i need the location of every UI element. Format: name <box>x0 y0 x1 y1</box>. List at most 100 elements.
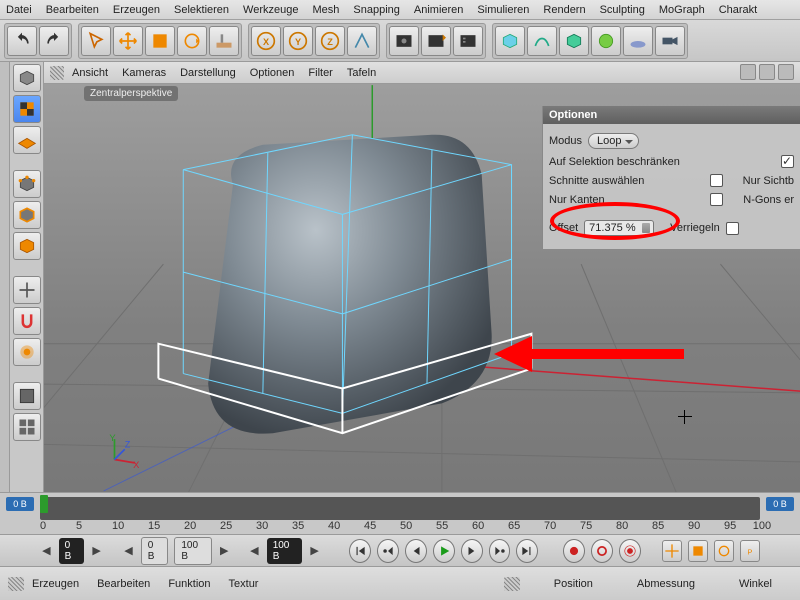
undo-button[interactable] <box>7 26 37 56</box>
coord-grip-icon[interactable] <box>504 577 520 591</box>
menu-erzeugen[interactable]: Erzeugen <box>113 4 160 16</box>
y-axis-button[interactable]: Y <box>283 26 313 56</box>
range-next-icon[interactable]: ▶ <box>90 542 103 560</box>
next-key-button[interactable] <box>489 539 511 563</box>
range2-prev-icon[interactable]: ◀ <box>248 542 261 560</box>
menu-selektieren[interactable]: Selektieren <box>174 4 229 16</box>
menu-charakter[interactable]: Charakt <box>719 4 758 16</box>
spline-button[interactable] <box>527 26 557 56</box>
viewport-solo-button[interactable] <box>13 382 41 410</box>
generator-button[interactable] <box>559 26 589 56</box>
prev-frame-button[interactable] <box>405 539 427 563</box>
tool-options-panel: Optionen Modus Loop Auf Selektion beschr… <box>542 106 800 249</box>
range-start-prev-icon[interactable]: ◀ <box>122 542 135 560</box>
only-edges-checkbox[interactable] <box>710 193 723 206</box>
modus-dropdown[interactable]: Loop <box>588 133 638 149</box>
menu-mograph[interactable]: MoGraph <box>659 4 705 16</box>
timeline[interactable]: 0 B 0 B 0 5 10 15 20 25 30 35 40 45 50 5… <box>0 492 800 534</box>
restrict-checkbox[interactable] <box>781 155 794 168</box>
range-end-next-icon[interactable]: ▶ <box>218 542 231 560</box>
menu-mesh[interactable]: Mesh <box>312 4 339 16</box>
range2-next-icon[interactable]: ▶ <box>308 542 321 560</box>
view-menu-ansicht[interactable]: Ansicht <box>72 67 108 79</box>
move-tool[interactable] <box>113 26 143 56</box>
key-scale-button[interactable] <box>688 540 708 562</box>
cube-primitive-button[interactable] <box>495 26 525 56</box>
select-cuts-checkbox[interactable] <box>710 174 723 187</box>
render-view-button[interactable] <box>389 26 419 56</box>
view-move-icon[interactable] <box>759 64 775 80</box>
play-button[interactable] <box>433 539 455 563</box>
coord-system-button[interactable] <box>347 26 377 56</box>
timeline-ruler[interactable] <box>40 497 760 520</box>
timeline-playhead[interactable] <box>40 495 48 513</box>
enable-axis-button[interactable] <box>13 276 41 304</box>
menu-rendern[interactable]: Rendern <box>543 4 585 16</box>
workplane-button[interactable] <box>13 126 41 154</box>
tick: 45 <box>364 520 376 532</box>
attr-grip-icon[interactable] <box>8 577 24 591</box>
model-mode-button[interactable] <box>13 64 41 92</box>
polygon-mode-button[interactable] <box>13 232 41 260</box>
view-menu-tafeln[interactable]: Tafeln <box>347 67 376 79</box>
redo-button[interactable] <box>39 26 69 56</box>
scale-tool[interactable] <box>145 26 175 56</box>
environment-button[interactable] <box>623 26 653 56</box>
timeline-end-marker[interactable]: 0 B <box>766 497 794 511</box>
menu-snapping[interactable]: Snapping <box>353 4 400 16</box>
prev-key-button[interactable] <box>377 539 399 563</box>
view-nav-icon[interactable] <box>740 64 756 80</box>
coord-position-label: Position <box>554 578 593 590</box>
attr-tab-bearbeiten[interactable]: Bearbeiten <box>97 578 150 590</box>
attr-tab-erzeugen[interactable]: Erzeugen <box>32 578 79 590</box>
key-rotate-button[interactable] <box>714 540 734 562</box>
deformer-button[interactable] <box>591 26 621 56</box>
viewport-grip-icon[interactable] <box>50 66 64 80</box>
soft-select-button[interactable] <box>13 338 41 366</box>
range-prev-icon[interactable]: ◀ <box>40 542 53 560</box>
render-settings-button[interactable] <box>453 26 483 56</box>
attr-tab-funktion[interactable]: Funktion <box>168 578 210 590</box>
attr-tab-textur[interactable]: Textur <box>229 578 259 590</box>
edge-mode-button[interactable] <box>13 201 41 229</box>
viewport-3d[interactable]: Y X Z Optionen Modus Loop Auf Selektion … <box>44 84 800 492</box>
offset-field[interactable]: 71.375 % <box>584 220 654 236</box>
menu-animieren[interactable]: Animieren <box>414 4 464 16</box>
lock-checkbox[interactable] <box>726 222 739 235</box>
range-start-field[interactable]: 0 B <box>141 537 169 565</box>
texture-mode-button[interactable] <box>13 95 41 123</box>
range-end-field[interactable]: 100 B <box>174 537 212 565</box>
key-param-button[interactable]: P <box>740 540 760 562</box>
rotate-tool[interactable] <box>177 26 207 56</box>
viewport-layouts-button[interactable] <box>13 413 41 441</box>
camera-button[interactable] <box>655 26 685 56</box>
view-menu-optionen[interactable]: Optionen <box>250 67 295 79</box>
goto-start-button[interactable] <box>349 539 371 563</box>
menu-simulieren[interactable]: Simulieren <box>477 4 529 16</box>
keyframe-sel-button[interactable] <box>619 539 641 563</box>
render-pv-button[interactable] <box>421 26 451 56</box>
snap-button[interactable] <box>13 307 41 335</box>
record-button[interactable] <box>563 539 585 563</box>
svg-text:X: X <box>133 460 140 468</box>
x-axis-button[interactable]: X <box>251 26 281 56</box>
autokey-button[interactable] <box>591 539 613 563</box>
z-axis-button[interactable]: Z <box>315 26 345 56</box>
key-move-button[interactable] <box>662 540 682 562</box>
view-zoom-icon[interactable] <box>778 64 794 80</box>
menu-sculpting[interactable]: Sculpting <box>600 4 645 16</box>
select-tool[interactable] <box>81 26 111 56</box>
view-menu-filter[interactable]: Filter <box>308 67 332 79</box>
view-menu-darstellung[interactable]: Darstellung <box>180 67 236 79</box>
menu-bearbeiten[interactable]: Bearbeiten <box>46 4 99 16</box>
timeline-start-marker[interactable]: 0 B <box>6 497 34 511</box>
current-frame-field[interactable]: 0 B <box>59 538 85 564</box>
menu-datei[interactable]: Datei <box>6 4 32 16</box>
goto-end-button[interactable] <box>516 539 538 563</box>
next-frame-button[interactable] <box>461 539 483 563</box>
last-tool[interactable] <box>209 26 239 56</box>
range2-field[interactable]: 100 B <box>267 538 303 564</box>
menu-werkzeuge[interactable]: Werkzeuge <box>243 4 298 16</box>
point-mode-button[interactable] <box>13 170 41 198</box>
view-menu-kameras[interactable]: Kameras <box>122 67 166 79</box>
